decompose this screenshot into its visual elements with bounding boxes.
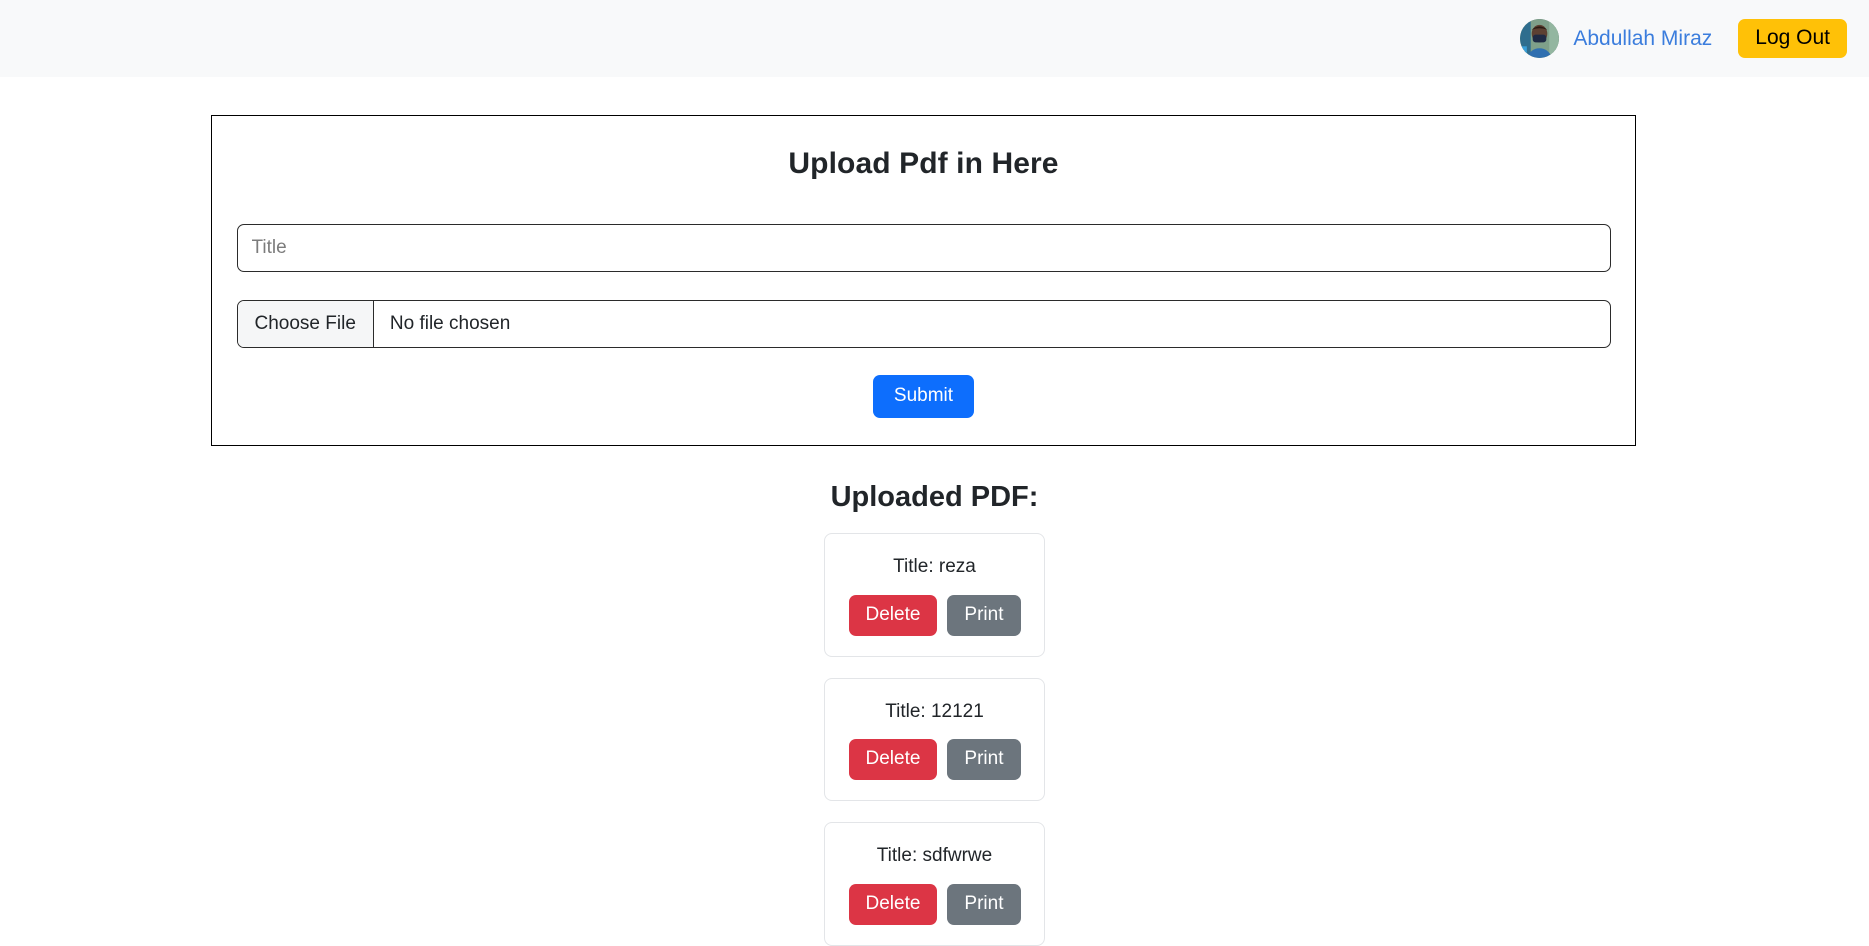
file-input[interactable]: Choose File No file chosen xyxy=(236,300,1611,348)
delete-button[interactable]: Delete xyxy=(848,739,938,781)
uploaded-pdf-heading: Uploaded PDF: xyxy=(830,481,1039,513)
pdf-card-actions: Delete Print xyxy=(825,883,1044,925)
pdf-title: Title: sdfwrwe xyxy=(876,845,993,867)
avatar[interactable] xyxy=(1520,19,1560,58)
pdf-title: Title: reza xyxy=(893,556,976,577)
logout-button[interactable]: Log Out xyxy=(1738,18,1847,59)
pdf-card-actions: Delete Print xyxy=(825,739,1044,781)
chosen-file-name: No file chosen xyxy=(389,313,511,334)
choose-file-button[interactable]: Choose File xyxy=(237,301,374,347)
pdf-card-actions: Delete Print xyxy=(825,594,1044,636)
upload-card-heading: Upload Pdf in Here xyxy=(788,147,1059,180)
list-item: Title: 12121 Delete Print xyxy=(824,677,1045,802)
upload-pdf-card: Upload Pdf in Here Choose File No file c… xyxy=(211,115,1636,446)
user-avatar-photo-icon xyxy=(1520,19,1560,58)
delete-button[interactable]: Delete xyxy=(848,594,938,636)
delete-button[interactable]: Delete xyxy=(848,883,938,925)
top-navbar: Abdullah Miraz Log Out xyxy=(0,0,1869,77)
user-menu: Abdullah Miraz Log Out xyxy=(1520,18,1847,59)
submit-row: Submit xyxy=(212,375,1635,418)
uploaded-pdf-list: Title: reza Delete Print Title: 12121 De… xyxy=(0,533,1869,946)
title-input[interactable] xyxy=(236,224,1611,272)
user-name-link[interactable]: Abdullah Miraz xyxy=(1573,28,1712,49)
submit-button[interactable]: Submit xyxy=(872,375,975,418)
list-item: Title: sdfwrwe Delete Print xyxy=(824,822,1045,946)
print-button[interactable]: Print xyxy=(947,594,1021,636)
pdf-title: Title: 12121 xyxy=(885,700,984,722)
list-item: Title: reza Delete Print xyxy=(824,533,1045,657)
print-button[interactable]: Print xyxy=(947,739,1021,781)
print-button[interactable]: Print xyxy=(947,883,1021,925)
